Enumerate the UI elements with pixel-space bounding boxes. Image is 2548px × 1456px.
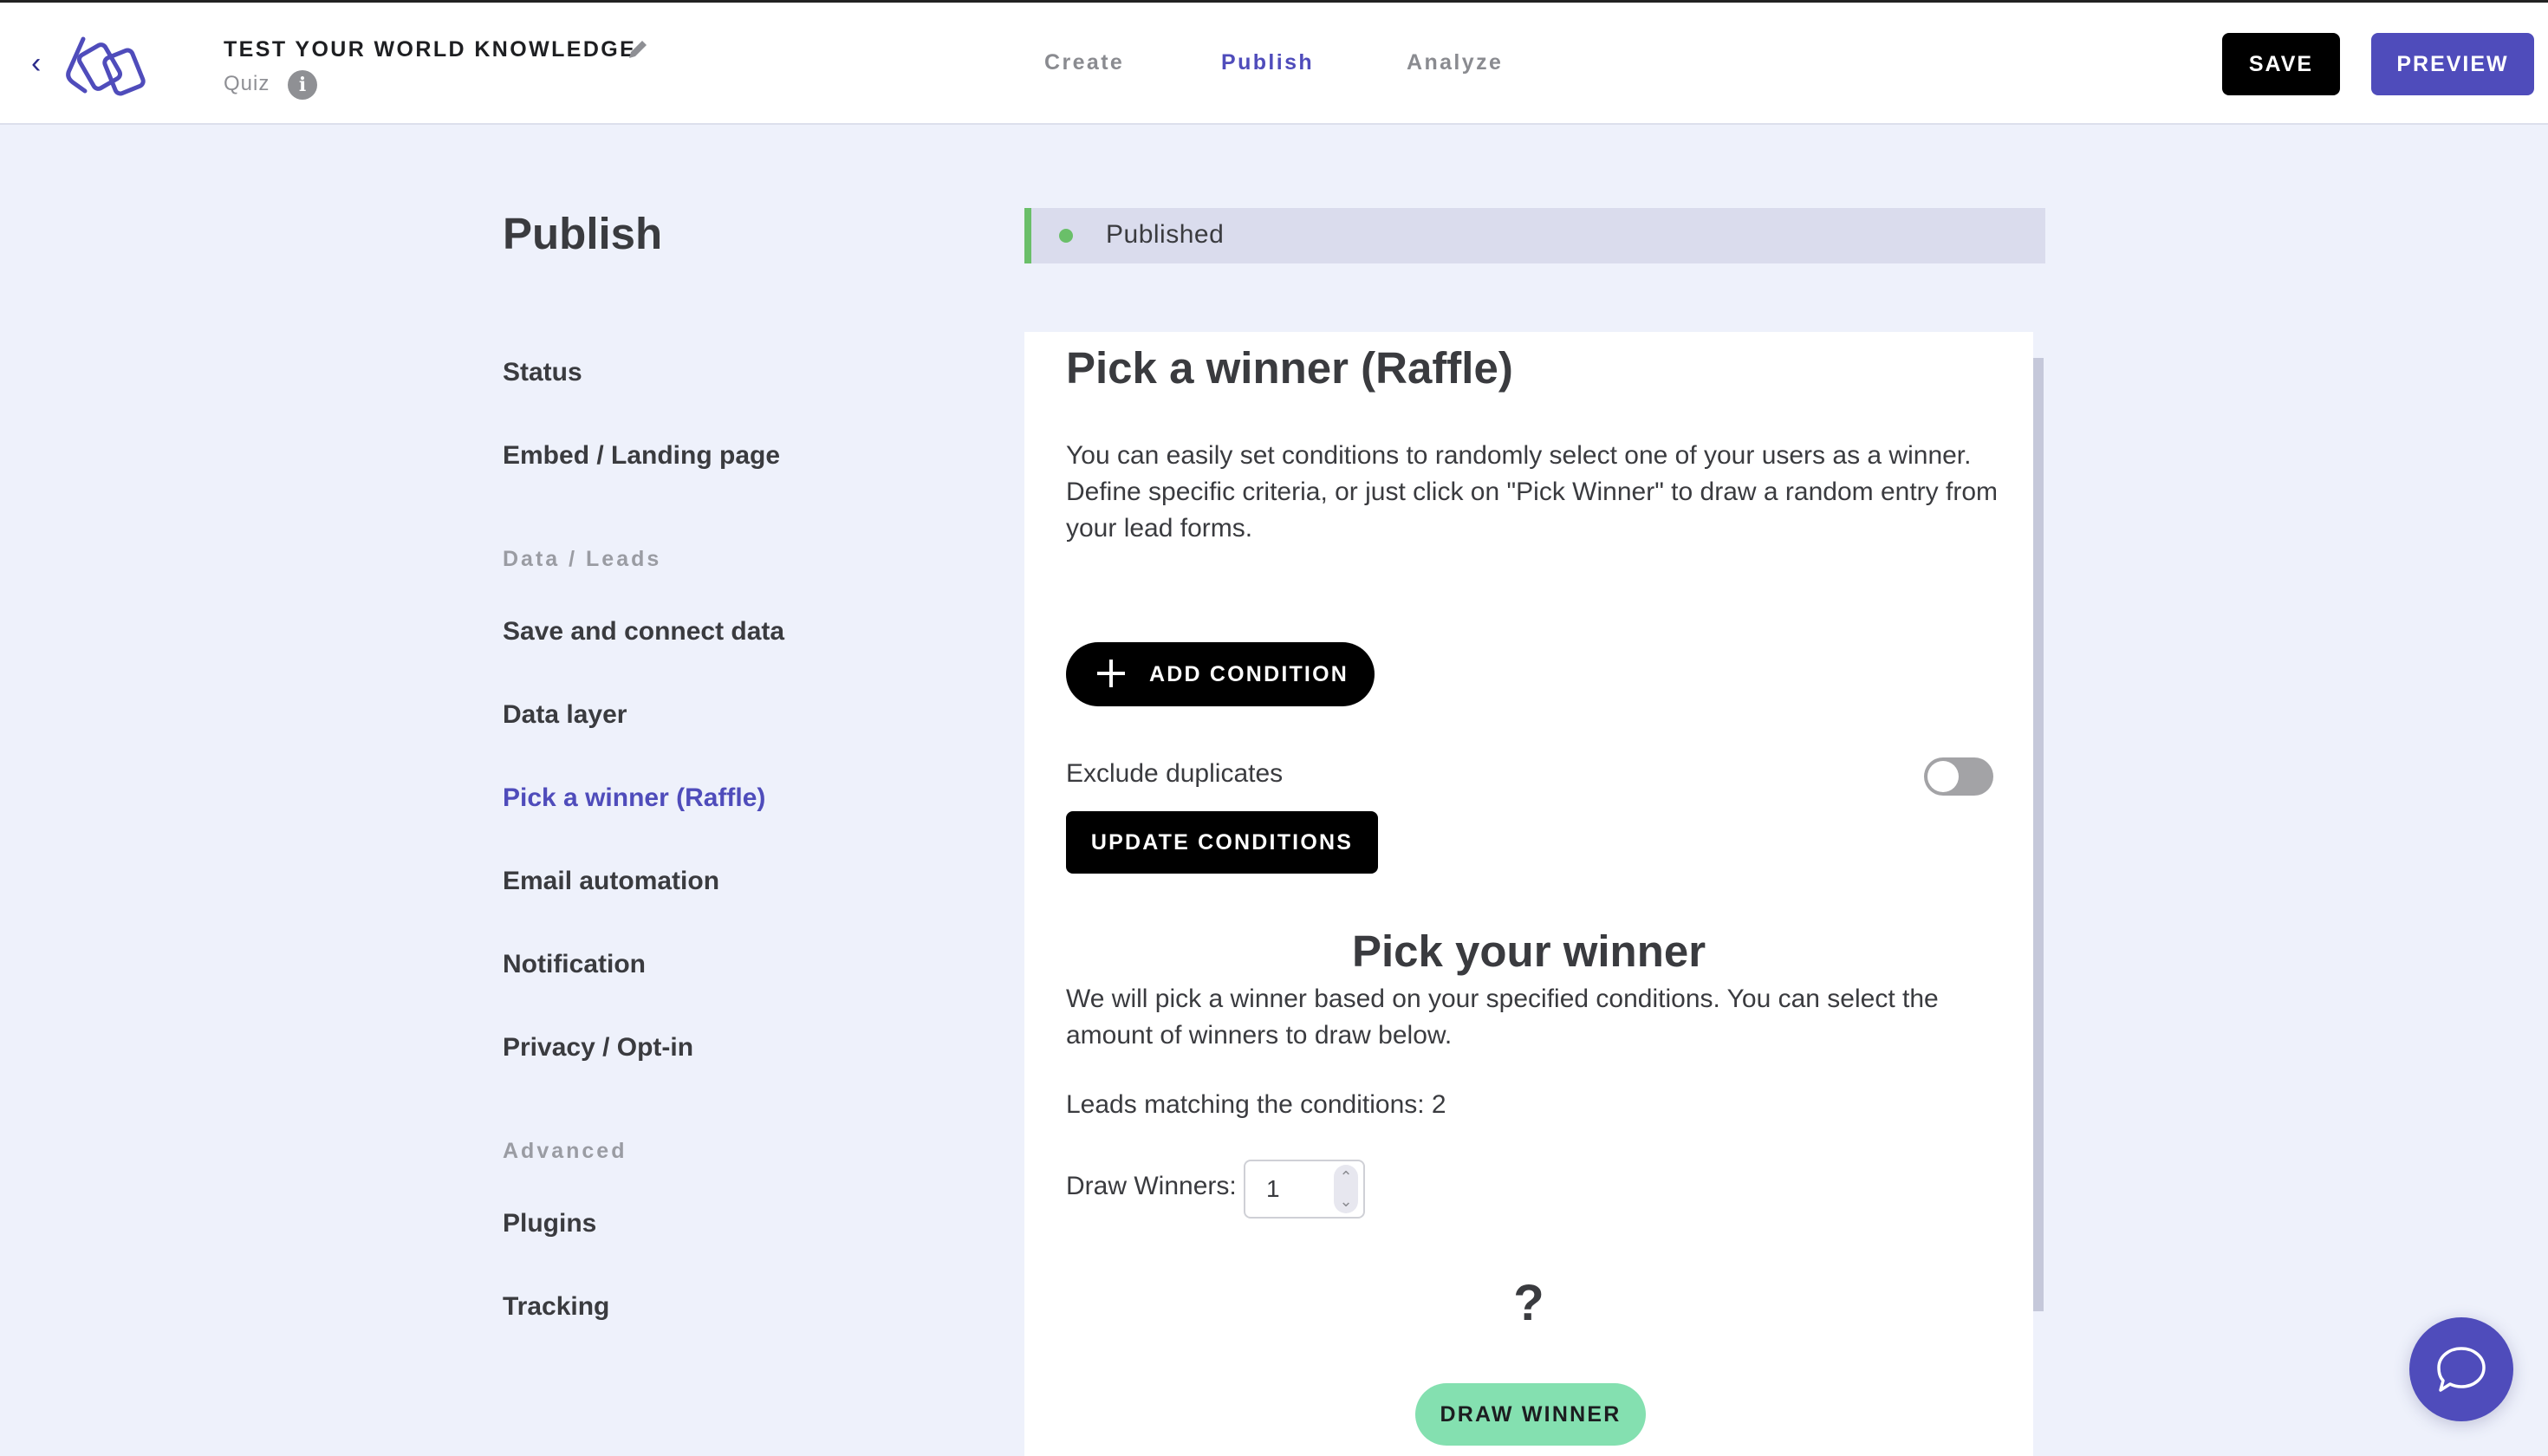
app-header: ‹ TEST YOUR WORLD KNOWLEDGE Quiz i Creat… [0,3,2548,125]
sidebar-item-pick-winner[interactable]: Pick a winner (Raffle) [503,783,765,813]
sidebar-item-email-automation[interactable]: Email automation [503,867,719,896]
chat-button[interactable] [2409,1317,2513,1421]
app-logo-icon[interactable] [59,29,156,101]
pick-winner-title: Pick your winner [1351,926,1706,976]
sidebar-group-data-leads: Data / Leads [503,547,662,571]
tab-analyze[interactable]: Analyze [1407,50,1503,75]
draw-winners-stepper[interactable]: 1 ⌃ ⌄ [1244,1160,1365,1219]
status-banner: Published [1024,208,2045,263]
toggle-knob [1927,761,1959,792]
winner-placeholder: ? [1513,1275,1544,1331]
sidebar-item-notification[interactable]: Notification [503,950,646,979]
draw-winners-value[interactable]: 1 [1266,1161,1280,1217]
pencil-icon[interactable] [626,37,650,62]
sidebar-item-plugins[interactable]: Plugins [503,1209,596,1238]
chevron-down-icon[interactable]: ⌄ [1334,1189,1358,1213]
project-type: Quiz [224,72,270,95]
section-description: You can easily set conditions to randoml… [1066,441,1998,543]
draw-winners-label: Draw Winners: [1066,1172,1237,1200]
sidebar-item-embed[interactable]: Embed / Landing page [503,441,780,471]
tab-create[interactable]: Create [1044,50,1124,75]
sidebar-item-status[interactable]: Status [503,358,582,387]
sidebar-item-tracking[interactable]: Tracking [503,1292,609,1322]
sidebar-item-privacy[interactable]: Privacy / Opt-in [503,1033,693,1063]
sidebar-item-data-layer[interactable]: Data layer [503,700,627,730]
status-text: Published [1106,220,1225,249]
exclude-duplicates-label: Exclude duplicates [1066,759,1284,788]
status-dot-icon [1059,229,1073,243]
preview-button[interactable]: PREVIEW [2371,33,2534,95]
add-condition-label: ADD CONDITION [1149,662,1349,686]
stepper-arrows: ⌃ ⌄ [1334,1165,1358,1213]
section-title: Pick a winner (Raffle) [1066,343,1513,393]
chevron-left-icon[interactable]: ‹ [31,46,52,81]
exclude-duplicates-toggle[interactable] [1924,757,1993,796]
info-icon[interactable]: i [288,70,317,100]
sidebar-item-save-connect-data[interactable]: Save and connect data [503,617,784,647]
project-title: TEST YOUR WORLD KNOWLEDGE [224,37,637,62]
page-title: Publish [503,209,663,258]
tab-publish[interactable]: Publish [1221,50,1314,75]
scrollbar-thumb[interactable] [2033,358,2044,1311]
save-button[interactable]: SAVE [2222,33,2340,95]
sidebar-group-advanced: Advanced [503,1139,627,1163]
update-conditions-button[interactable]: UPDATE CONDITIONS [1066,811,1378,874]
draw-winner-button[interactable]: DRAW WINNER [1415,1383,1646,1446]
plus-icon [1097,660,1125,687]
leads-matching-count: Leads matching the conditions: 2 [1066,1090,1446,1119]
chat-bubble-icon [2437,1347,2486,1392]
add-condition-button[interactable]: ADD CONDITION [1066,642,1375,706]
pick-winner-description: We will pick a winner based on your spec… [1066,985,1939,1050]
chevron-up-icon[interactable]: ⌃ [1334,1165,1358,1189]
